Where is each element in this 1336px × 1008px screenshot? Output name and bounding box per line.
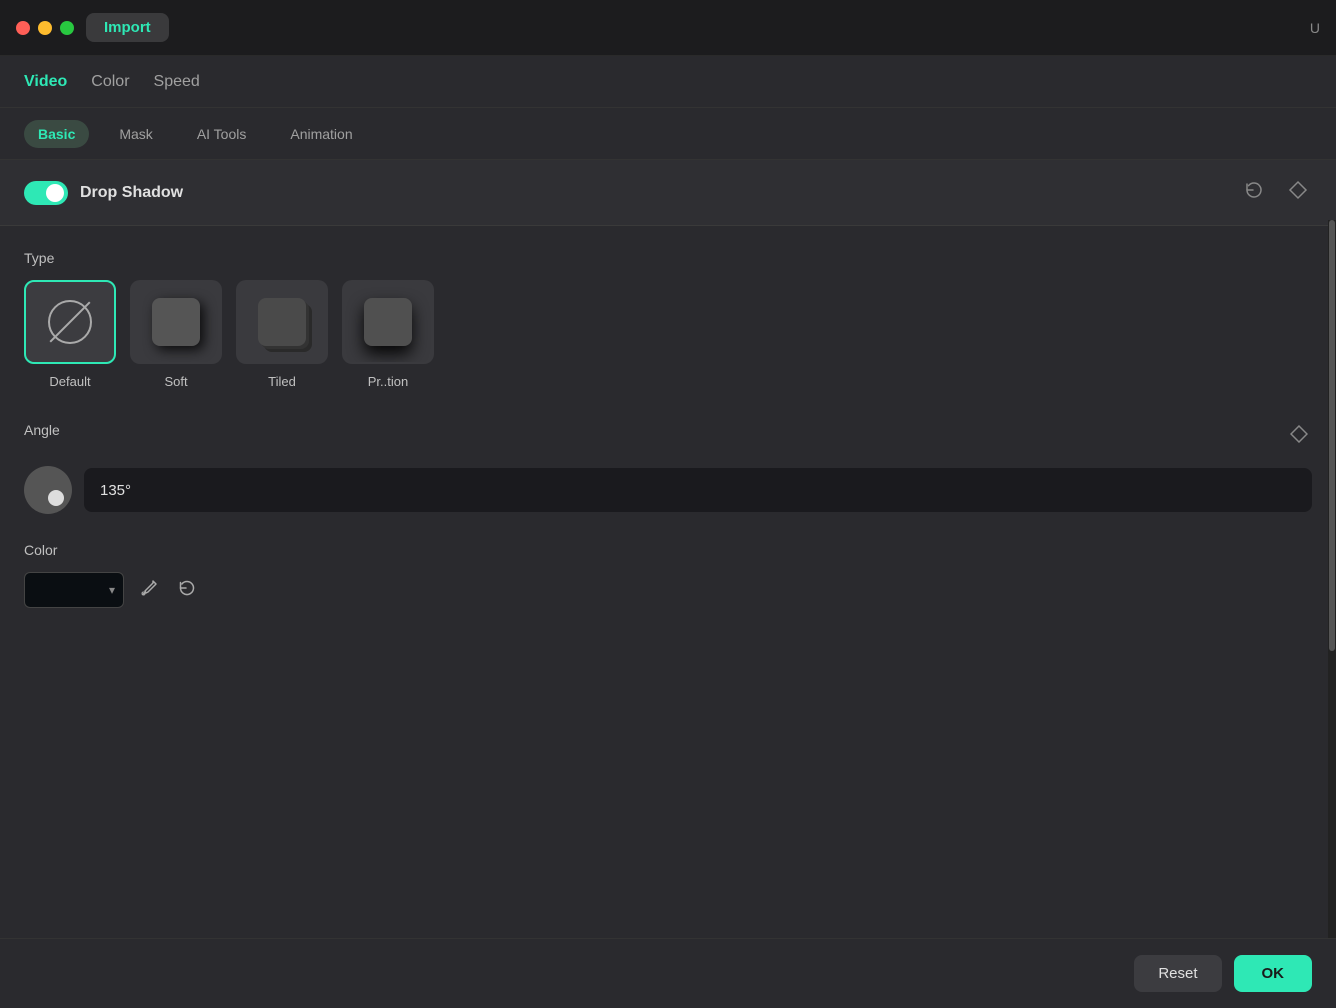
ok-button[interactable]: OK	[1234, 955, 1313, 992]
angle-control: 135°	[24, 466, 1312, 514]
angle-dial[interactable]	[24, 466, 72, 514]
content-panel: Drop Shadow Type	[0, 160, 1336, 938]
tab-color[interactable]: Color	[91, 69, 129, 95]
type-section: Type Default Soft	[24, 250, 1312, 389]
angle-value: 135°	[100, 482, 131, 499]
color-section: Color ▾	[24, 542, 1312, 608]
soft-shadow-icon	[152, 298, 200, 346]
color-swatch[interactable]: ▾	[24, 572, 124, 608]
type-label-projection: Pr..tion	[368, 374, 408, 389]
panel-body: Type Default Soft	[0, 226, 1336, 938]
color-label: Color	[24, 542, 1312, 558]
type-label-soft: Soft	[164, 374, 187, 389]
tiled-shadow-icon	[258, 298, 306, 346]
import-button[interactable]: Import	[86, 13, 169, 42]
reset-button[interactable]: Reset	[1134, 955, 1221, 992]
traffic-lights	[16, 21, 74, 35]
type-label-default: Default	[49, 374, 90, 389]
tab-video[interactable]: Video	[24, 69, 67, 95]
color-reset-icon[interactable]	[174, 575, 200, 606]
angle-section: Angle 135°	[24, 421, 1312, 514]
minimize-button[interactable]	[38, 21, 52, 35]
color-controls: ▾	[24, 572, 1312, 608]
angle-label: Angle	[24, 422, 60, 438]
type-box-projection[interactable]	[342, 280, 434, 364]
top-tabs: Video Color Speed	[0, 56, 1336, 108]
type-box-default[interactable]	[24, 280, 116, 364]
sub-tabs: Basic Mask AI Tools Animation	[0, 108, 1336, 160]
scrollbar[interactable]	[1328, 220, 1336, 938]
type-box-soft[interactable]	[130, 280, 222, 364]
chevron-down-icon: ▾	[109, 583, 115, 597]
angle-input-bar[interactable]: 135°	[84, 468, 1312, 512]
title-bar-right-text: U	[1310, 20, 1320, 36]
type-label: Type	[24, 250, 1312, 266]
subtab-basic[interactable]: Basic	[24, 120, 89, 148]
title-bar: Import U	[0, 0, 1336, 56]
drop-shadow-toggle[interactable]	[24, 181, 68, 205]
drop-shadow-header: Drop Shadow	[0, 160, 1336, 226]
type-box-tiled[interactable]	[236, 280, 328, 364]
diamond-icon[interactable]	[1284, 176, 1312, 209]
subtab-animation[interactable]: Animation	[276, 120, 366, 148]
eyedropper-icon[interactable]	[136, 575, 162, 606]
type-item-default[interactable]: Default	[24, 280, 116, 389]
type-label-tiled: Tiled	[268, 374, 296, 389]
projection-shadow-icon	[364, 298, 412, 346]
type-item-soft[interactable]: Soft	[130, 280, 222, 389]
drop-shadow-title: Drop Shadow	[80, 184, 183, 202]
angle-header: Angle	[24, 421, 1312, 452]
subtab-mask[interactable]: Mask	[105, 120, 166, 148]
footer: Reset OK	[0, 938, 1336, 1008]
type-item-projection[interactable]: Pr..tion	[342, 280, 434, 389]
angle-diamond-icon[interactable]	[1286, 421, 1312, 452]
default-shadow-icon	[48, 300, 92, 344]
main-panel: Video Color Speed Basic Mask AI Tools An…	[0, 56, 1336, 1008]
scrollbar-thumb[interactable]	[1329, 220, 1335, 651]
type-item-tiled[interactable]: Tiled	[236, 280, 328, 389]
reset-icon[interactable]	[1240, 176, 1268, 209]
subtab-ai-tools[interactable]: AI Tools	[183, 120, 261, 148]
drop-shadow-icons	[1240, 176, 1312, 209]
maximize-button[interactable]	[60, 21, 74, 35]
close-button[interactable]	[16, 21, 30, 35]
type-grid: Default Soft Tiled	[24, 280, 1312, 389]
tab-speed[interactable]: Speed	[154, 69, 200, 95]
